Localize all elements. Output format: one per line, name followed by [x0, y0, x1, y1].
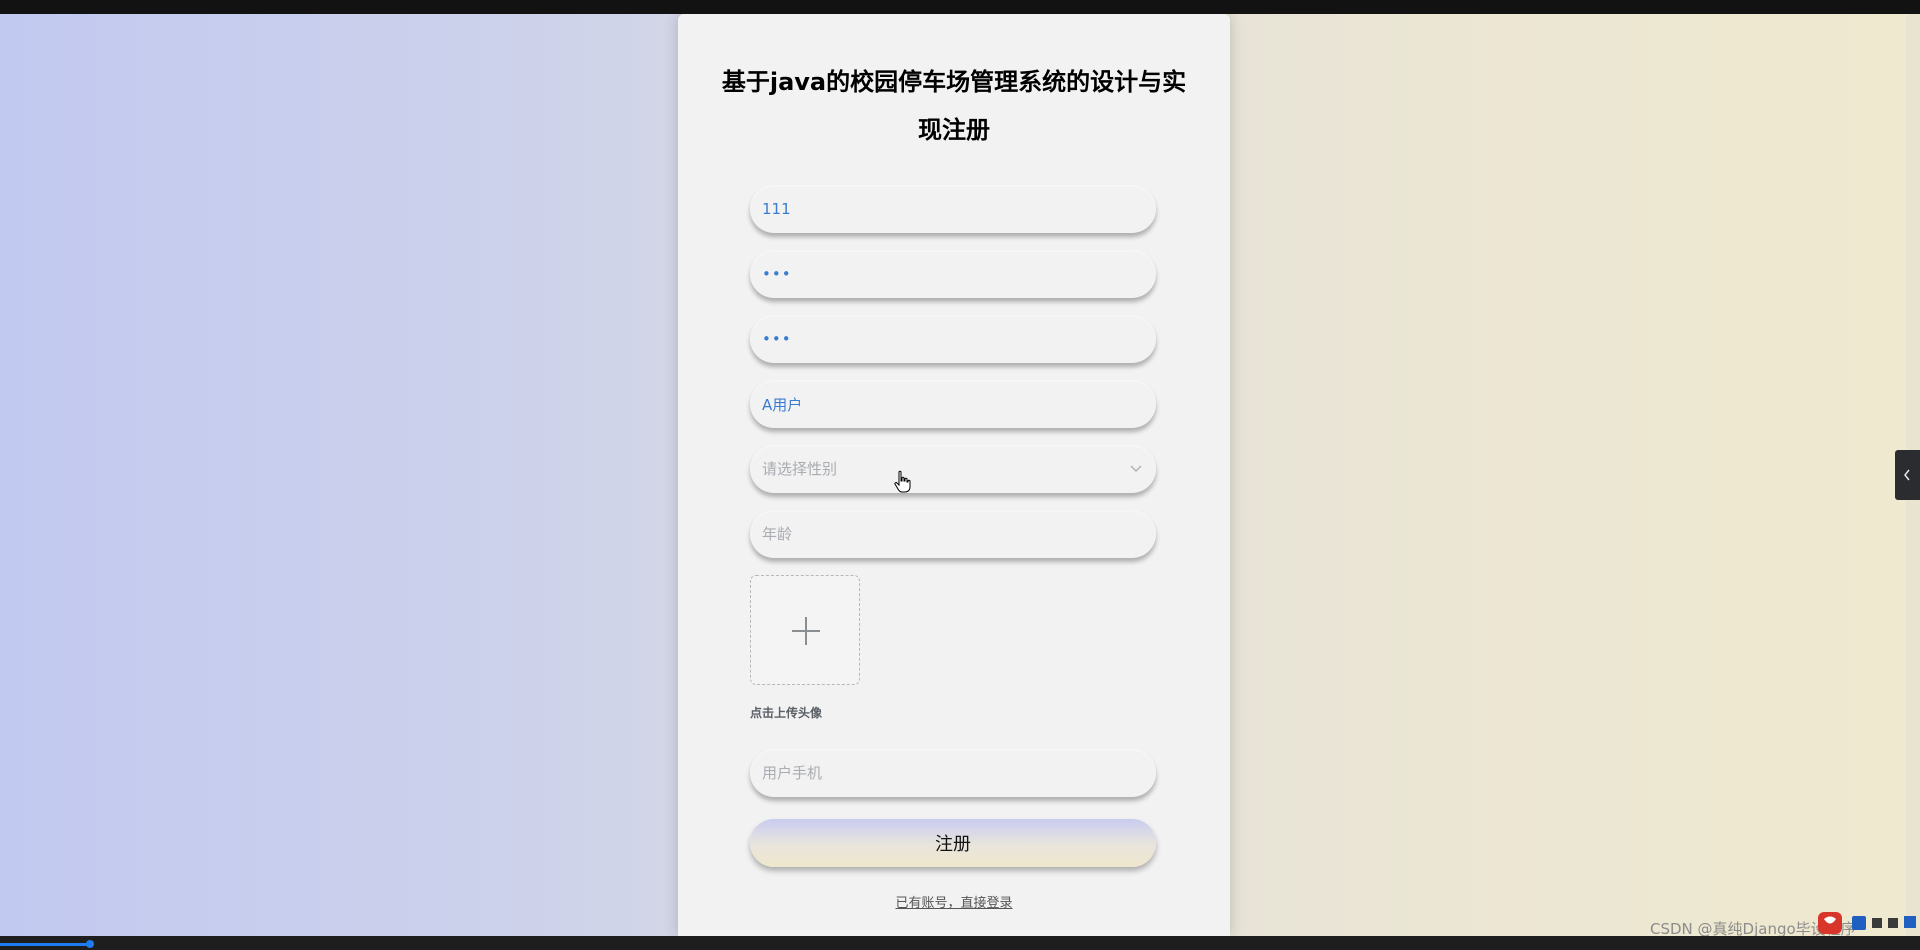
- avatar-upload-button[interactable]: [750, 575, 860, 685]
- register-button[interactable]: 注册: [750, 819, 1156, 867]
- name-field[interactable]: [750, 380, 1156, 428]
- age-field[interactable]: [750, 510, 1156, 558]
- chevron-down-icon: [1130, 465, 1142, 473]
- video-progress-bar[interactable]: [0, 940, 94, 948]
- username-input[interactable]: [750, 185, 1156, 233]
- name-input[interactable]: [750, 380, 1156, 428]
- password-field[interactable]: [750, 250, 1156, 298]
- confirm-password-input[interactable]: [750, 315, 1156, 363]
- chevron-left-icon: [1904, 469, 1910, 481]
- window-bottom-bar: [0, 936, 1920, 950]
- login-link[interactable]: 已有账号，直接登录: [678, 892, 1230, 911]
- hand-pointer-icon: [894, 470, 911, 493]
- register-card: 基于java的校园停车场管理系统的设计与实现注册 请选择性别 点: [678, 14, 1230, 936]
- gender-select[interactable]: 请选择性别: [750, 445, 1156, 493]
- password-input[interactable]: [750, 250, 1156, 298]
- phone-field[interactable]: [750, 749, 1156, 797]
- phone-input[interactable]: [750, 749, 1156, 797]
- ime-toolbar-icon: [1818, 912, 1916, 934]
- side-panel-toggle[interactable]: [1895, 450, 1920, 500]
- page-viewport: 基于java的校园停车场管理系统的设计与实现注册 请选择性别 点: [0, 14, 1906, 936]
- page-title: 基于java的校园停车场管理系统的设计与实现注册: [721, 68, 1187, 144]
- age-input[interactable]: [750, 510, 1156, 558]
- window-top-bar: [0, 0, 1920, 14]
- username-field[interactable]: [750, 185, 1156, 233]
- confirm-password-field[interactable]: [750, 315, 1156, 363]
- upload-avatar-label: 点击上传头像: [750, 706, 823, 720]
- gender-select-placeholder: 请选择性别: [762, 460, 838, 478]
- plus-icon: [792, 617, 820, 645]
